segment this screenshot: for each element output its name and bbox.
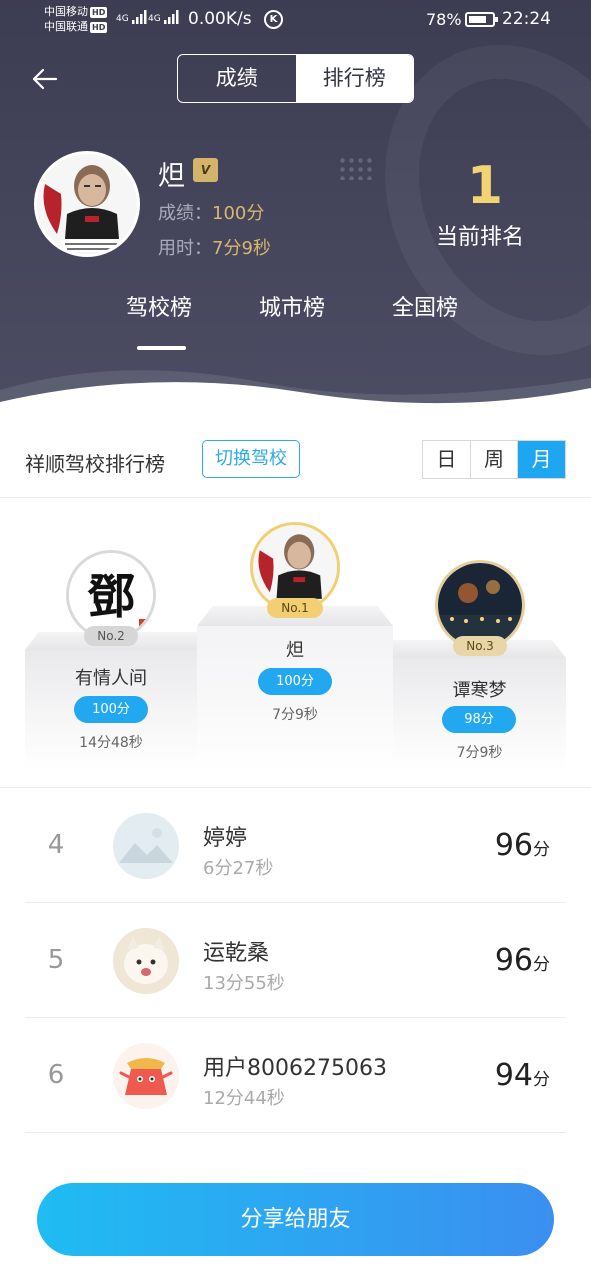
vip-badge-icon: V: [193, 158, 218, 182]
first-name: 炟: [286, 640, 304, 661]
list-name: 用户8006275063: [203, 1056, 387, 1081]
list-item[interactable]: 4 婷婷 6分27秒 96分: [25, 788, 566, 903]
tab-national[interactable]: 全国榜: [392, 290, 458, 322]
list-score-value: 96: [494, 943, 533, 978]
signal-icon: 4G: [116, 10, 148, 24]
carrier-info: 中国移动 HD 中国联通 HD: [44, 4, 108, 34]
list-avatar: [113, 928, 179, 994]
user-avatar[interactable]: [34, 151, 140, 257]
clock: 22:24: [502, 9, 551, 29]
avatar-second-glyph: 鄧: [87, 569, 135, 625]
period-month[interactable]: 月: [517, 441, 566, 478]
battery-cap: [495, 17, 498, 22]
time-line: 用时：7分9秒: [158, 234, 271, 260]
hd-badge: HD: [90, 7, 108, 18]
list-rank: 5: [47, 945, 65, 975]
carrier-2: 中国联通: [44, 20, 88, 33]
list-score-value: 94: [494, 1058, 533, 1093]
list-score-value: 96: [494, 828, 533, 863]
list-time: 6分27秒: [203, 858, 274, 879]
network-speed: 0.00K/s: [188, 9, 252, 29]
status-bar: 中国移动 HD 中国联通 HD 4G 4G 0.00K/s K 78% 22:24: [0, 0, 591, 40]
period-selector: 日 周 月: [422, 440, 566, 479]
second-score: 100分: [74, 696, 148, 723]
back-arrow-icon[interactable]: [28, 62, 62, 96]
hd-badge: HD: [90, 22, 108, 33]
carrier-1: 中国移动: [44, 5, 88, 18]
tab-city[interactable]: 城市榜: [259, 290, 325, 322]
tab-ranking[interactable]: 排行榜: [295, 55, 413, 102]
school-ranking-title: 祥顺驾校排行榜: [25, 452, 165, 476]
list-rank: 6: [47, 1060, 65, 1090]
network-type-1: 4G: [116, 14, 129, 24]
user-name: 炟: [158, 161, 185, 192]
second-name: 有情人间: [75, 668, 147, 689]
list-name: 运乾桑: [203, 941, 270, 966]
header-wave: [0, 370, 591, 420]
period-day[interactable]: 日: [423, 441, 470, 478]
network-type-2: 4G: [148, 14, 161, 24]
list-score: 94分: [495, 1058, 550, 1093]
time-label: 用时：: [158, 238, 212, 259]
battery-fill: [469, 16, 486, 23]
list-avatar: [113, 1043, 179, 1109]
current-rank-number: 1: [466, 156, 504, 216]
list-avatar: [113, 813, 179, 879]
battery-icon: [465, 12, 498, 27]
score-label: 成绩：: [158, 203, 212, 224]
third-name: 谭寒梦: [452, 680, 507, 701]
decorative-dots: [338, 156, 374, 180]
battery-percent: 78%: [426, 10, 462, 29]
period-week[interactable]: 周: [469, 441, 518, 478]
score-value: 100分: [212, 203, 265, 224]
switch-school-button[interactable]: 切换驾校: [202, 440, 300, 478]
score-line: 成绩：100分: [158, 199, 264, 225]
share-to-friends-button[interactable]: 分享给朋友: [37, 1183, 554, 1256]
list-score-unit: 分: [533, 955, 550, 975]
first-time: 7分9秒: [272, 707, 318, 723]
list-name: 婷婷: [203, 826, 248, 851]
scope-tabs: 驾校榜 城市榜 全国榜: [0, 290, 591, 330]
list-time: 13分55秒: [203, 973, 285, 994]
third-score: 98分: [442, 706, 516, 733]
list-score-unit: 分: [533, 840, 550, 860]
k-app-icon: K: [264, 10, 283, 29]
rank-badge-1: No.1: [267, 598, 323, 618]
tab-results[interactable]: 成绩: [178, 55, 296, 102]
list-score: 96分: [495, 943, 550, 978]
list-score-unit: 分: [533, 1070, 550, 1090]
list-item[interactable]: 5 运乾桑 13分55秒 96分: [25, 903, 566, 1018]
first-score: 100分: [258, 668, 332, 695]
time-value: 7分9秒: [212, 238, 271, 259]
school-ranking-bar: 祥顺驾校排行榜 切换驾校 日 周 月: [0, 430, 591, 498]
rank-badge-3: No.3: [453, 636, 507, 656]
podium: 鄧 No.2 有情人间 100分 14分48秒 No.1 炟 100分 7分9秒…: [0, 498, 591, 788]
list-score: 96分: [495, 828, 550, 863]
list-time: 12分44秒: [203, 1088, 285, 1109]
list-item[interactable]: 6 用户8006275063 12分44秒 94分: [25, 1018, 566, 1133]
list-rank: 4: [47, 830, 65, 860]
result-ranking-toggle: 成绩 排行榜: [177, 54, 414, 103]
signal-icon: 4G: [148, 10, 180, 24]
second-time: 14分48秒: [79, 735, 143, 751]
tab-school[interactable]: 驾校榜: [126, 290, 192, 322]
current-rank-label: 当前排名: [436, 225, 525, 250]
rank-badge-2: No.2: [84, 626, 138, 646]
header-panel: 中国移动 HD 中国联通 HD 4G 4G 0.00K/s K 78% 22:24 …: [0, 0, 591, 420]
third-time: 7分9秒: [456, 745, 503, 761]
